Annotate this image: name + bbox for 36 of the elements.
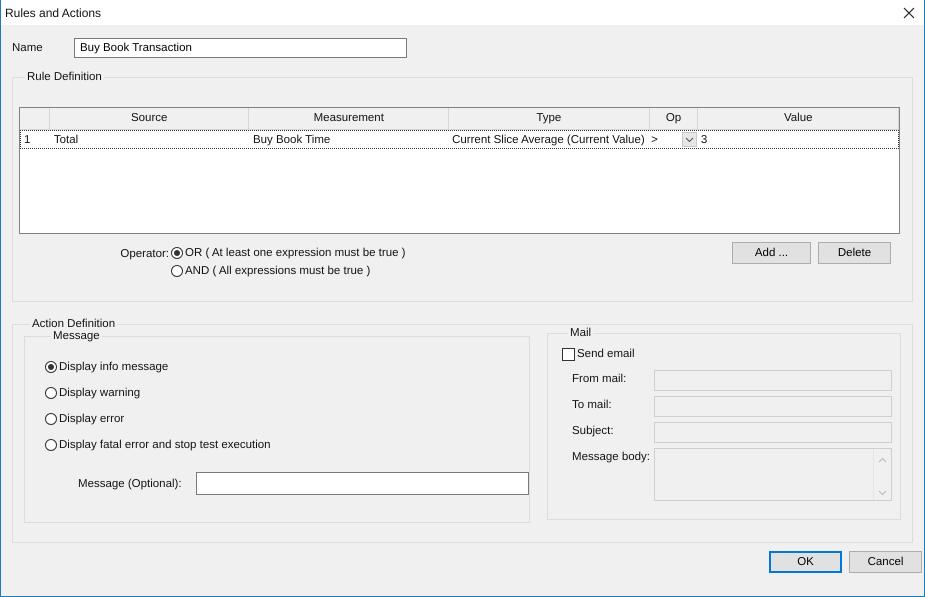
action-button[interactable]: Delete — [818, 242, 891, 264]
action-button[interactable]: Add ... — [732, 242, 811, 264]
field-label: Message (Optional): — [78, 478, 183, 490]
field-label: Message body: — [572, 450, 651, 465]
field-label: Subject: — [572, 424, 615, 439]
radio-label[interactable]: OR ( At least one expression must be true ) — [185, 247, 406, 259]
operator-label: Operator: — [119, 247, 170, 262]
table-row[interactable]: 1 Total Buy Book Time Current Slice Average (Current Value) > 3 — [20, 130, 899, 149]
radio-label[interactable]: Display warning — [59, 387, 140, 399]
group-title: Message — [52, 330, 101, 342]
radio-label[interactable]: Display info message — [59, 361, 168, 373]
checkbox-label[interactable]: Send email — [577, 348, 635, 360]
field-label: To mail: — [572, 398, 613, 413]
table-cell-text: 1 — [23, 134, 32, 146]
field-label: From mail: — [572, 372, 628, 387]
radio-label[interactable]: Display error — [59, 413, 124, 425]
name-label: Name — [12, 42, 44, 54]
column-header[interactable]: Type — [449, 108, 650, 130]
table-cell: > — [651, 134, 658, 146]
radio-label[interactable]: AND ( All expressions must be true ) — [185, 265, 370, 277]
dialog-button[interactable]: OK — [769, 551, 842, 573]
column-header[interactable]: Measurement — [249, 108, 450, 130]
group-title: Rule Definition — [26, 71, 103, 83]
column-header[interactable]: Op — [650, 108, 698, 130]
name-field[interactable]: Buy Book Transaction — [74, 38, 407, 58]
column-header[interactable]: Source — [50, 108, 250, 130]
window-title: Rules and Actions — [5, 6, 102, 20]
table-cell-text: Buy Book Time — [252, 134, 332, 146]
table-cell-text: Total — [52, 134, 80, 146]
table-cell-text: 3 — [700, 134, 708, 146]
dialog-button[interactable]: Cancel — [849, 551, 922, 573]
table-cell-text: Current Slice Average (Current Value) — [451, 134, 646, 146]
group-title: Mail — [569, 327, 592, 339]
group-title: Action Definition — [31, 318, 116, 330]
radio-label[interactable]: Display fatal error and stop test execution — [59, 439, 271, 451]
column-header[interactable]: Value — [698, 108, 900, 130]
